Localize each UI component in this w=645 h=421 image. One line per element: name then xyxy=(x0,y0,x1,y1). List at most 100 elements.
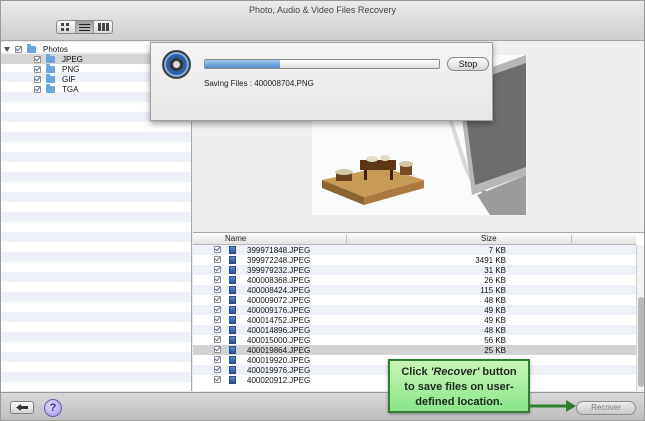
image-file-icon xyxy=(229,376,236,384)
row-checkbox[interactable] xyxy=(214,366,221,373)
file-name: 400009072.JPEG xyxy=(247,296,311,305)
image-file-icon xyxy=(229,296,236,304)
saving-progress-dialog: Stop Saving Files : 400008704.PNG xyxy=(150,42,493,121)
row-checkbox[interactable] xyxy=(214,326,221,333)
row-checkbox[interactable] xyxy=(214,346,221,353)
back-arrow-icon xyxy=(16,404,28,411)
app-window: Photo, Audio & Video Files Recovery Phot… xyxy=(0,0,645,421)
row-checkbox[interactable] xyxy=(214,336,221,343)
tree-checkbox[interactable] xyxy=(34,65,41,73)
file-name: 400020912.JPEG xyxy=(247,376,311,385)
file-size: 48 KB xyxy=(484,326,506,335)
file-name: 400019920.JPEG xyxy=(247,356,311,365)
back-button[interactable] xyxy=(10,401,34,414)
table-row[interactable]: 399979232.JPEG 31 KB xyxy=(193,265,636,275)
file-name: 400014752.JPEG xyxy=(247,316,311,325)
list-view-icon xyxy=(79,23,90,31)
image-file-icon xyxy=(229,336,236,344)
column-view-button[interactable] xyxy=(94,21,112,33)
table-row[interactable]: 400009072.JPEG 48 KB xyxy=(193,295,636,305)
table-row[interactable]: 400014896.JPEG 48 KB xyxy=(193,325,636,335)
table-row[interactable]: 400015000.JPEG 56 KB xyxy=(193,335,636,345)
table-row[interactable]: 400014752.JPEG 49 KB xyxy=(193,315,636,325)
file-size: 49 KB xyxy=(484,306,506,315)
file-name: 399972248.JPEG xyxy=(247,256,311,265)
row-checkbox[interactable] xyxy=(214,316,221,323)
row-checkbox[interactable] xyxy=(214,356,221,363)
image-file-icon xyxy=(229,366,236,374)
row-checkbox[interactable] xyxy=(214,306,221,313)
folder-icon xyxy=(46,53,55,63)
progress-bar xyxy=(204,59,440,69)
image-file-icon xyxy=(229,256,236,264)
view-mode-switcher xyxy=(56,20,113,34)
list-view-button[interactable] xyxy=(75,21,95,33)
table-row[interactable]: 399971848.JPEG 7 KB xyxy=(193,245,636,255)
column-header-name[interactable]: Name xyxy=(225,233,246,245)
help-button[interactable]: ? xyxy=(44,399,62,417)
file-size: 56 KB xyxy=(484,336,506,345)
image-file-icon xyxy=(229,266,236,274)
progress-bar-fill xyxy=(205,60,280,68)
image-file-icon xyxy=(229,346,236,354)
file-name: 400019864.JPEG xyxy=(247,346,311,355)
row-checkbox[interactable] xyxy=(214,246,221,253)
file-size: 48 KB xyxy=(484,296,506,305)
tree-checkbox[interactable] xyxy=(34,85,41,93)
tree-item-label: Photos xyxy=(43,44,68,54)
disc-icon xyxy=(162,50,191,79)
file-size: 25 KB xyxy=(484,346,506,355)
column-header-size[interactable]: Size xyxy=(481,233,497,245)
table-row[interactable]: 400008424.JPEG 115 KB xyxy=(193,285,636,295)
table-row[interactable]: 400009176.JPEG 49 KB xyxy=(193,305,636,315)
callout-line-1: Click 'Recover' button xyxy=(401,366,517,378)
icon-view-button[interactable] xyxy=(57,21,76,33)
column-separator[interactable] xyxy=(571,235,572,243)
file-name: 400008368.JPEG xyxy=(247,276,311,285)
row-checkbox[interactable] xyxy=(214,286,221,293)
icon-view-icon xyxy=(61,23,70,31)
file-size: 49 KB xyxy=(484,316,506,325)
vertical-scrollbar[interactable] xyxy=(636,245,644,391)
column-separator[interactable] xyxy=(346,235,347,243)
image-file-icon xyxy=(229,356,236,364)
image-file-icon xyxy=(229,316,236,324)
callout-line-2: to save files on user- xyxy=(404,381,514,393)
file-size: 7 KB xyxy=(488,246,506,255)
scrollbar-thumb[interactable] xyxy=(638,297,644,387)
table-row[interactable]: 400019864.JPEG 25 KB xyxy=(193,345,636,355)
file-name: 399979232.JPEG xyxy=(247,266,311,275)
row-checkbox[interactable] xyxy=(214,276,221,283)
folder-icon xyxy=(27,43,36,53)
callout-arrow-icon xyxy=(530,400,576,412)
tree-checkbox[interactable] xyxy=(34,75,41,83)
image-file-icon xyxy=(229,286,236,294)
table-row[interactable]: 399972248.JPEG 3491 KB xyxy=(193,255,636,265)
title-bar: Photo, Audio & Video Files Recovery xyxy=(1,1,644,41)
row-checkbox[interactable] xyxy=(214,296,221,303)
file-name: 399971848.JPEG xyxy=(247,246,311,255)
row-checkbox[interactable] xyxy=(214,256,221,263)
tree-checkbox[interactable] xyxy=(34,55,41,63)
file-size: 31 KB xyxy=(484,266,506,275)
column-view-icon xyxy=(97,23,109,31)
folder-icon xyxy=(46,73,55,83)
disclosure-triangle-icon[interactable] xyxy=(4,46,10,52)
saving-status-text: Saving Files : 400008704.PNG xyxy=(204,79,314,88)
file-name: 400019976.JPEG xyxy=(247,366,311,375)
stop-button[interactable]: Stop xyxy=(447,57,489,71)
tree-checkbox[interactable] xyxy=(15,45,22,53)
image-file-icon xyxy=(229,306,236,314)
table-header: Name Size xyxy=(193,233,636,245)
row-checkbox[interactable] xyxy=(214,376,221,383)
recover-button[interactable]: Recover xyxy=(576,401,636,415)
row-checkbox[interactable] xyxy=(214,266,221,273)
folder-icon xyxy=(46,63,55,73)
callout-line-3: defined location. xyxy=(415,396,503,408)
tree-item-label: TGA xyxy=(62,84,79,94)
image-file-icon xyxy=(229,246,236,254)
table-row[interactable]: 400008368.JPEG 26 KB xyxy=(193,275,636,285)
tree-item-label: GIF xyxy=(62,74,76,84)
window-title: Photo, Audio & Video Files Recovery xyxy=(249,5,396,15)
image-file-icon xyxy=(229,276,236,284)
